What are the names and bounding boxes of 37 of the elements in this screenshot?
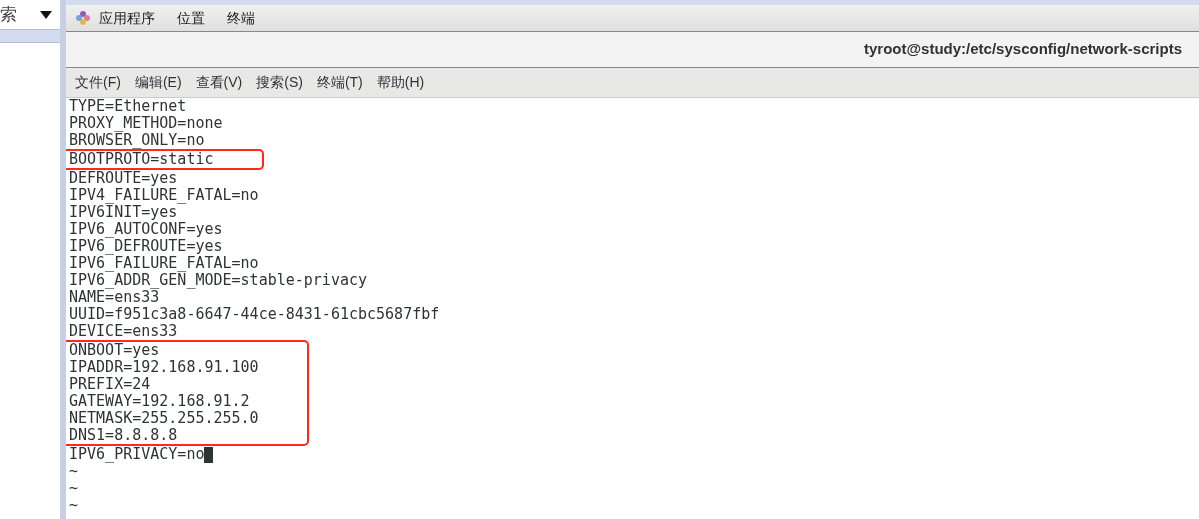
text-line: ONBOOT=yes bbox=[69, 342, 160, 359]
text-line: IPADDR=192.168.91.100 bbox=[69, 359, 259, 376]
menu-item[interactable]: 文件(F) bbox=[75, 72, 121, 93]
text-line: PREFIX=24 bbox=[69, 376, 151, 393]
menu-item[interactable]: 终端(T) bbox=[316, 72, 363, 93]
text-line: ~ bbox=[69, 497, 79, 514]
text-line: NETMASK=255.255.255.0 bbox=[69, 410, 259, 427]
text-line: ~ bbox=[69, 463, 79, 480]
menu-item[interactable]: 编辑(E) bbox=[134, 72, 182, 93]
panel-menu[interactable]: 应用程序 bbox=[99, 7, 155, 29]
dropdown-caret-icon bbox=[40, 10, 52, 19]
text-line: IPV6_ADDR_GEN_MODE=stable-privacy bbox=[69, 272, 367, 289]
text-line: UUID=f951c3a8-6647-44ce-8431-61cbc5687fbf bbox=[69, 306, 440, 323]
text-line: IPV6INIT=yes bbox=[69, 204, 178, 221]
text-line: DNS1=8.8.8.8 bbox=[69, 427, 178, 444]
text-line: IPV6_AUTOCONF=yes bbox=[69, 221, 223, 238]
text-line: DEFROUTE=yes bbox=[69, 170, 178, 187]
text-line: TYPE=Ethernet bbox=[69, 98, 187, 115]
text-line: NAME=ens33 bbox=[69, 289, 160, 306]
window-title: tyroot@study:/etc/sysconfig/network-scripts bbox=[863, 39, 1182, 60]
text-line: DEVICE=ens33 bbox=[69, 323, 178, 340]
panel-menu[interactable]: 终端 bbox=[227, 7, 255, 29]
panel-menu[interactable]: 位置 bbox=[177, 7, 205, 29]
text-line: BROWSER_ONLY=no bbox=[69, 132, 205, 149]
text-line: PROXY_METHOD=none bbox=[69, 115, 223, 132]
text-line: IPV6_PRIVACY=no bbox=[69, 446, 205, 463]
apps-icon bbox=[75, 10, 91, 26]
menu-item[interactable]: 查看(V) bbox=[195, 72, 243, 93]
search-field[interactable]: 索 bbox=[0, 0, 60, 30]
text-line: IPV6_FAILURE_FATAL=no bbox=[69, 255, 259, 272]
menu-item[interactable]: 帮助(H) bbox=[376, 72, 425, 93]
text-line: IPV6_DEFROUTE=yes bbox=[69, 238, 223, 255]
text-line: ~ bbox=[69, 480, 79, 497]
text-line: GATEWAY=192.168.91.2 bbox=[69, 393, 250, 410]
menu-item[interactable]: 搜索(S) bbox=[256, 72, 303, 93]
text-line: BOOTPROTO=static bbox=[69, 151, 214, 168]
text-line: IPV4_FAILURE_FATAL=no bbox=[69, 187, 259, 204]
